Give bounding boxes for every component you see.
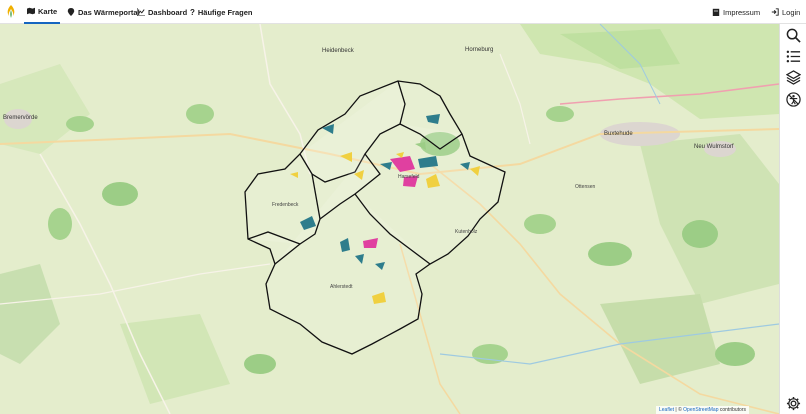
place-label: Buxtehude (604, 131, 633, 137)
map-attribution: Leaflet | © OpenStreetMap contributors (656, 406, 749, 414)
nav-karte[interactable]: Karte (24, 0, 61, 24)
place-label: Fredenbeck (272, 202, 299, 208)
building-icon (712, 8, 720, 16)
place-label: Harsefeld (398, 174, 420, 180)
place-label: Ahlerstedt (330, 284, 353, 290)
nav-label: Login (782, 7, 801, 17)
attribution-suffix: contributors (718, 407, 746, 413)
place-label: Ottensen (575, 184, 596, 190)
nav-impressum[interactable]: Impressum (712, 0, 760, 24)
logo-icon[interactable] (5, 4, 17, 19)
question-icon: ? (190, 7, 195, 17)
map-toolbar (779, 24, 806, 414)
leaflet-link[interactable]: Leaflet (659, 407, 674, 413)
search-icon[interactable] (786, 28, 801, 43)
layers-icon[interactable] (786, 70, 801, 85)
map-canvas[interactable] (0, 24, 779, 414)
list-icon[interactable] (786, 49, 801, 64)
nav-label: Das Wärmeportal (78, 7, 140, 17)
map-icon (27, 7, 35, 15)
nav-label: Impressum (723, 7, 761, 17)
chart-icon (137, 8, 145, 16)
place-label: Bremervörde (3, 115, 38, 121)
settings-icon[interactable] (786, 396, 801, 411)
nav-login[interactable]: Login (771, 0, 800, 24)
nav-haeufige-fragen[interactable]: ? Häufige Fragen (190, 0, 252, 24)
osm-link[interactable]: OpenStreetMap (683, 407, 718, 413)
nav-waermeportal[interactable]: Das Wärmeportal (67, 0, 140, 24)
nav-label: Dashboard (148, 7, 188, 17)
nav-label: Karte (38, 6, 58, 16)
place-label: Kutenholz (455, 229, 478, 235)
map-view[interactable]: Heidenbeck Horneburg Buxtehude Neu Wulms… (0, 24, 779, 414)
nav-label: Häufige Fragen (197, 7, 253, 17)
place-label: Horneburg (465, 47, 494, 53)
place-label: Neu Wulmstorf (694, 144, 734, 150)
nav-dashboard[interactable]: Dashboard (137, 0, 187, 24)
login-icon (771, 8, 779, 16)
top-navbar: Karte Das Wärmeportal Dashboard ? Häufig… (0, 0, 806, 24)
attribution-sep: | © (674, 407, 684, 413)
pin-icon (67, 8, 75, 16)
accessibility-icon[interactable] (786, 92, 801, 107)
place-label: Heidenbeck (322, 48, 354, 54)
